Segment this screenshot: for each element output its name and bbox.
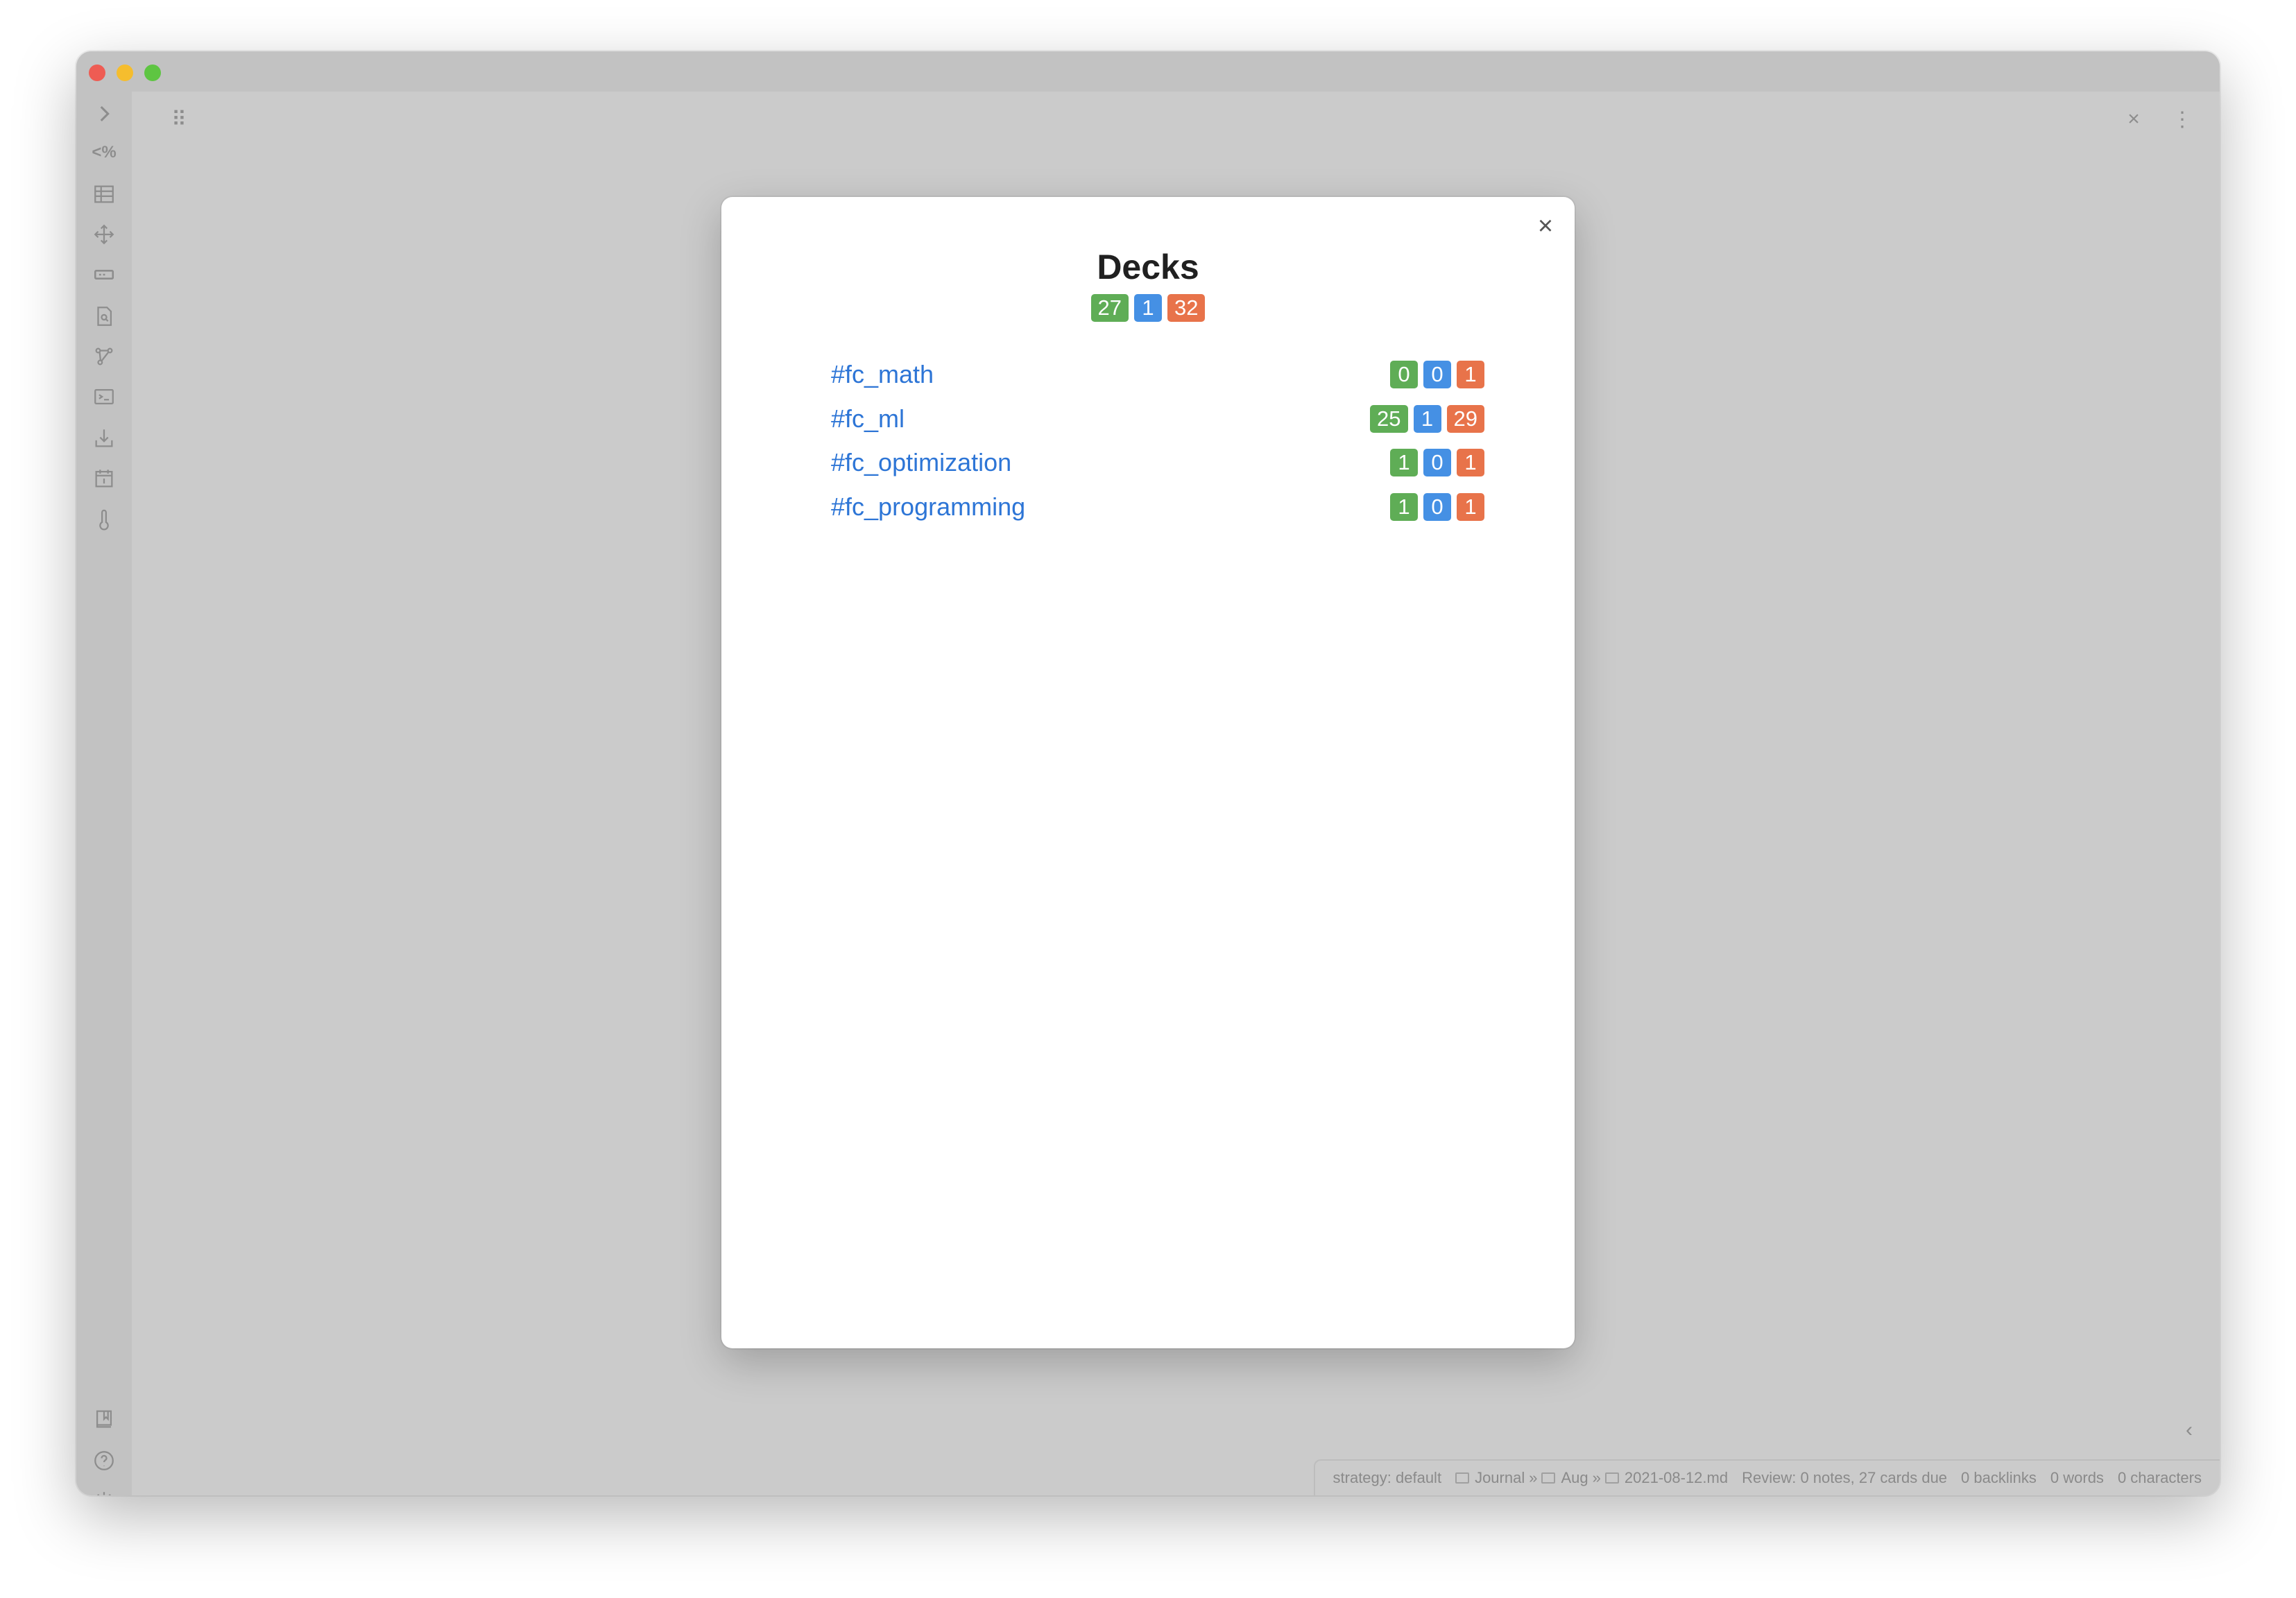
- modal-title: Decks: [1097, 248, 1199, 286]
- maximize-window-button[interactable]: [144, 65, 161, 81]
- deck-counts: 25 1 29: [1370, 405, 1484, 433]
- settings-icon[interactable]: [90, 1487, 118, 1495]
- deck-row-math: #fc_math 0 0 1: [831, 355, 1484, 394]
- collapse-right-sidebar-icon[interactable]: ‹: [2175, 1416, 2203, 1444]
- new-count-badge: 25: [1370, 405, 1408, 433]
- graph-view-icon[interactable]: [90, 343, 118, 370]
- due-count-badge: 1: [1457, 449, 1484, 476]
- breadcrumb-journal[interactable]: Journal: [1475, 1469, 1525, 1487]
- title-bar: [76, 51, 2220, 92]
- new-count-badge: 1: [1390, 493, 1418, 521]
- flashcards-icon[interactable]: [90, 261, 118, 289]
- review-status[interactable]: Review: 0 notes, 27 cards due: [1742, 1469, 1947, 1487]
- backlinks-count: 0 backlinks: [1961, 1469, 2037, 1486]
- close-icon[interactable]: ×: [1532, 212, 1559, 241]
- decks-modal: × Decks 27 1 32 #fc_math 0 0 1 #fc_ml 25…: [721, 197, 1575, 1348]
- expand-sidebar-icon[interactable]: [90, 100, 118, 128]
- calendar-icon[interactable]: [90, 465, 118, 492]
- vault-icon[interactable]: [90, 1405, 118, 1433]
- breadcrumb-separator: »: [1529, 1469, 1538, 1486]
- deck-counts: 0 0 1: [1390, 361, 1484, 388]
- deck-row-optimization: #fc_optimization 1 0 1: [831, 443, 1484, 482]
- strategy-status[interactable]: strategy: default: [1333, 1469, 1442, 1487]
- due-count-badge: 1: [1457, 361, 1484, 388]
- minimize-window-button[interactable]: [117, 65, 133, 81]
- breadcrumb: Journal » Aug » 2021-08-12.md: [1455, 1469, 1728, 1487]
- left-ribbon: <%: [76, 92, 132, 1495]
- due-count-badge: 32: [1167, 294, 1206, 322]
- breadcrumb-file[interactable]: 2021-08-12.md: [1625, 1469, 1728, 1487]
- word-count: 0 words: [2050, 1469, 2104, 1486]
- folder-icon: [1541, 1472, 1556, 1484]
- deck-counts: 1 0 1: [1390, 449, 1484, 476]
- breadcrumb-aug[interactable]: Aug: [1561, 1469, 1588, 1487]
- deck-link[interactable]: #fc_programming: [831, 492, 1025, 522]
- close-pane-icon[interactable]: ×: [2120, 105, 2148, 133]
- deck-row-ml: #fc_ml 25 1 29: [831, 400, 1484, 438]
- file-search-icon[interactable]: [90, 302, 118, 330]
- character-count: 0 characters: [2117, 1469, 2202, 1486]
- thermometer-icon[interactable]: [90, 506, 118, 534]
- terminal-icon[interactable]: [90, 383, 118, 411]
- status-bar: strategy: default Journal » Aug » 2021-0…: [1313, 1459, 2220, 1495]
- deck-link[interactable]: #fc_math: [831, 360, 934, 389]
- close-window-button[interactable]: [89, 65, 105, 81]
- file-icon: [1604, 1472, 1619, 1484]
- deck-counts: 1 0 1: [1390, 493, 1484, 521]
- summary-counts: 27 1 32: [721, 294, 1575, 322]
- learning-count-badge: 0: [1423, 361, 1451, 388]
- table-icon[interactable]: [90, 180, 118, 208]
- deck-link[interactable]: #fc_optimization: [831, 448, 1011, 477]
- folder-icon: [1455, 1472, 1470, 1484]
- move-icon[interactable]: [90, 221, 118, 248]
- new-count-badge: 27: [1090, 294, 1129, 322]
- due-count-badge: 1: [1457, 493, 1484, 521]
- due-count-badge: 29: [1446, 405, 1484, 433]
- breadcrumb-separator: »: [1592, 1469, 1601, 1486]
- templater-icon[interactable]: <%: [90, 139, 118, 166]
- deck-row-programming: #fc_programming 1 0 1: [831, 488, 1484, 526]
- import-icon[interactable]: [90, 424, 118, 452]
- new-count-badge: 1: [1390, 449, 1418, 476]
- learning-count-badge: 0: [1423, 493, 1451, 521]
- more-options-icon[interactable]: ⋮: [2168, 105, 2196, 133]
- learning-count-badge: 0: [1423, 449, 1451, 476]
- help-icon[interactable]: [90, 1447, 118, 1475]
- new-count-badge: 0: [1390, 361, 1418, 388]
- learning-count-badge: 1: [1134, 294, 1162, 322]
- learning-count-badge: 1: [1413, 405, 1441, 433]
- drag-handle-icon[interactable]: ⠿: [165, 105, 193, 133]
- deck-link[interactable]: #fc_ml: [831, 404, 905, 433]
